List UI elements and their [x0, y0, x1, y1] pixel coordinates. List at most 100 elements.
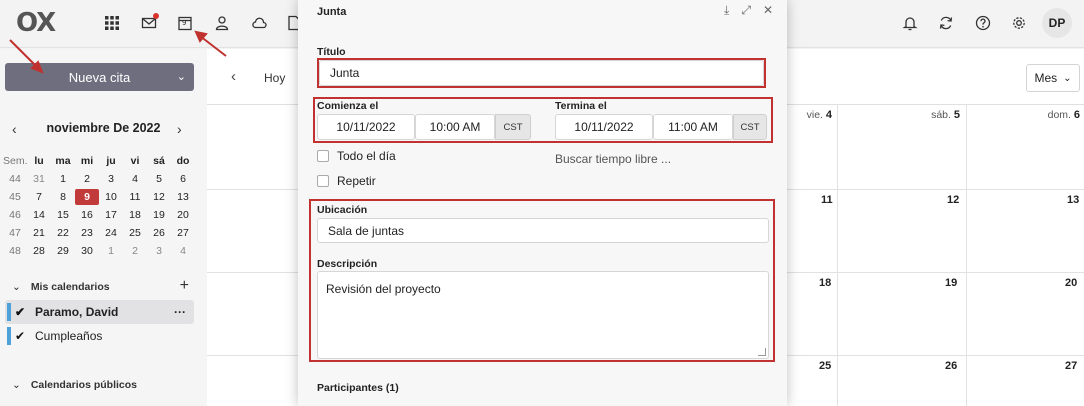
end-time-input[interactable]: 11:00 AM [653, 114, 733, 140]
mini-calendar-day[interactable]: 5 [147, 173, 171, 185]
day-cell-number[interactable]: 12 [947, 194, 959, 206]
all-day-checkbox[interactable]: Todo el día [317, 149, 396, 163]
day-cell-number[interactable]: 11 [821, 194, 833, 206]
user-avatar[interactable]: DP [1042, 8, 1072, 38]
mini-calendar-day[interactable]: 15 [51, 209, 75, 221]
calendar-item-cumpleanos[interactable]: ✔ Cumpleaños [5, 324, 194, 348]
day-cell-number[interactable]: 20 [1065, 277, 1077, 289]
find-free-time-link[interactable]: Buscar tiempo libre ... [555, 152, 671, 166]
check-icon[interactable]: ✔ [7, 303, 29, 321]
unread-badge [153, 13, 159, 19]
expand-icon[interactable]: ⤢ [741, 3, 751, 18]
view-selector-label: Mes [1034, 71, 1058, 85]
end-date-input[interactable]: 10/11/2022 [555, 114, 653, 140]
start-date-input[interactable]: 10/11/2022 [317, 114, 415, 140]
mini-calendar-day[interactable]: 23 [75, 227, 99, 239]
week-number: 48 [9, 245, 21, 257]
mini-calendar-day[interactable]: 16 [75, 209, 99, 221]
mini-calendar-day[interactable]: 2 [75, 173, 99, 185]
title-input[interactable]: Junta [319, 60, 764, 86]
mini-calendar-day[interactable]: 10 [99, 191, 123, 203]
mini-calendar-day[interactable]: 4 [123, 173, 147, 185]
mini-calendar-day[interactable]: 2 [123, 245, 147, 257]
new-appointment-button[interactable]: Nueva cita ⌄ [5, 63, 194, 91]
day-cell-number[interactable]: 13 [1067, 194, 1079, 206]
mini-calendar-day[interactable]: 7 [27, 191, 51, 203]
chevron-down-icon[interactable]: ⌄ [12, 281, 21, 293]
help-icon[interactable] [973, 13, 993, 33]
mini-calendar-day[interactable]: 8 [51, 191, 75, 203]
mini-calendar-day[interactable]: 20 [171, 209, 195, 221]
public-calendars-section[interactable]: ⌄ Calendarios públicos [12, 379, 137, 391]
mini-calendar-day[interactable]: 1 [51, 173, 75, 185]
calendar-icon[interactable]: 9 [175, 13, 195, 33]
next-month-icon[interactable]: › [177, 121, 182, 137]
minimize-icon[interactable]: ⤓ [724, 3, 729, 18]
day-cell-number[interactable]: 19 [945, 277, 957, 289]
mini-calendar-day[interactable]: 27 [171, 227, 195, 239]
day-cell-number[interactable]: 27 [1065, 360, 1077, 372]
mini-calendar-day[interactable]: 1 [99, 245, 123, 257]
calendar-item-paramo-david[interactable]: ✔ Paramo, David ··· [5, 300, 194, 324]
checkbox-box[interactable] [317, 175, 329, 187]
app-logo: OX [16, 8, 56, 38]
mini-calendar-day[interactable]: 30 [75, 245, 99, 257]
mini-calendar-day[interactable]: 28 [27, 245, 51, 257]
mini-calendar-day[interactable]: 24 [99, 227, 123, 239]
mini-calendar-day[interactable]: 12 [147, 191, 171, 203]
end-timezone-button[interactable]: CST [733, 114, 767, 140]
appointment-dialog: Junta ⤓ ⤢ ✕ Título Junta Comienza el Ter… [298, 0, 787, 406]
chevron-down-icon[interactable]: ⌄ [12, 379, 21, 391]
mini-calendar-day[interactable]: 3 [147, 245, 171, 257]
calendar-item-label: Cumpleaños [35, 329, 103, 343]
refresh-icon[interactable] [936, 13, 956, 33]
repeat-checkbox[interactable]: Repetir [317, 174, 376, 188]
day-cell-number[interactable]: 25 [819, 360, 831, 372]
my-calendars-label: Mis calendarios [30, 281, 110, 293]
add-calendar-icon[interactable]: + [180, 277, 189, 295]
check-icon[interactable]: ✔ [7, 327, 29, 345]
mini-calendar-day[interactable]: 19 [147, 209, 171, 221]
chevron-down-icon[interactable]: ⌄ [177, 70, 186, 83]
mail-icon[interactable] [139, 13, 159, 33]
mini-calendar-today[interactable]: 9 [75, 189, 99, 205]
contacts-icon[interactable] [212, 13, 232, 33]
checkbox-box[interactable] [317, 150, 329, 162]
day-cell-number[interactable]: 18 [819, 277, 831, 289]
public-calendars-label: Calendarios públicos [30, 379, 138, 391]
mini-calendar-day[interactable]: 21 [27, 227, 51, 239]
mini-calendar-day[interactable]: 13 [171, 191, 195, 203]
mini-calendar-day[interactable]: 14 [27, 209, 51, 221]
apps-grid-icon[interactable] [102, 13, 122, 33]
sidebar: Nueva cita ⌄ ‹ noviembre De 2022 › Sem. … [0, 49, 207, 406]
resize-handle-icon[interactable] [758, 348, 766, 356]
start-timezone-button[interactable]: CST [495, 114, 531, 140]
mini-calendar-day[interactable]: 25 [123, 227, 147, 239]
mini-calendar-day[interactable]: 11 [123, 191, 147, 203]
mini-calendar-day[interactable]: 26 [147, 227, 171, 239]
more-options-icon[interactable]: ··· [174, 305, 186, 319]
mini-calendar-week: 46 14 15 16 17 18 19 20 [3, 206, 195, 224]
mini-calendar-day[interactable]: 6 [171, 173, 195, 185]
mini-calendar-day[interactable]: 18 [123, 209, 147, 221]
start-time-input[interactable]: 10:00 AM [415, 114, 495, 140]
location-input[interactable]: Sala de juntas [317, 218, 769, 243]
close-icon[interactable]: ✕ [763, 3, 773, 18]
mini-calendar-day[interactable]: 4 [171, 245, 195, 257]
mini-calendar-week: 45 7 8 9 10 11 12 13 [3, 188, 195, 206]
mini-calendar-day[interactable]: 22 [51, 227, 75, 239]
settings-icon[interactable] [1009, 13, 1029, 33]
my-calendars-section[interactable]: ⌄ Mis calendarios [12, 281, 110, 293]
notifications-icon[interactable] [900, 13, 920, 33]
description-textarea[interactable]: Revisión del proyecto [317, 271, 769, 359]
day-cell-number[interactable]: 26 [945, 360, 957, 372]
weekday-header: lu [34, 155, 44, 167]
previous-period-icon[interactable]: ‹ [231, 68, 236, 85]
mini-calendar-day[interactable]: 29 [51, 245, 75, 257]
mini-calendar-day[interactable]: 3 [99, 173, 123, 185]
mini-calendar-day[interactable]: 31 [27, 173, 51, 185]
cloud-drive-icon[interactable] [249, 13, 269, 33]
mini-calendar-day[interactable]: 17 [99, 209, 123, 221]
view-selector[interactable]: Mes ⌄ [1026, 64, 1080, 92]
today-button[interactable]: Hoy [264, 71, 285, 85]
